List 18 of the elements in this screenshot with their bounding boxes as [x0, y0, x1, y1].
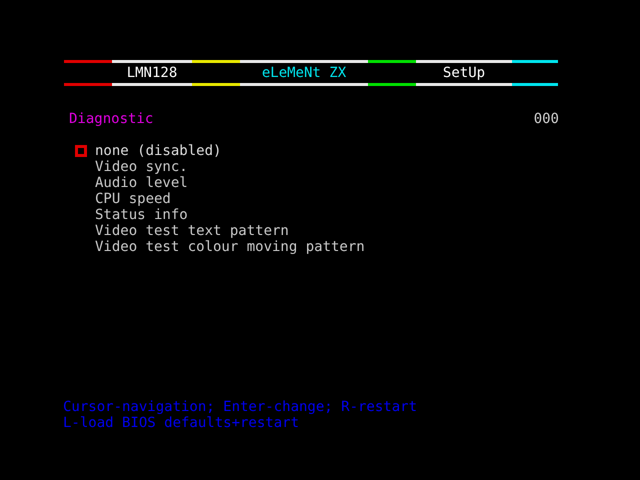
help-text: L-load BIOS defaults+restart	[63, 415, 300, 431]
menu-option[interactable]: Video test text pattern	[95, 223, 289, 239]
menu-option[interactable]: Video sync.	[95, 159, 188, 175]
menu-option[interactable]: none (disabled)	[95, 143, 222, 159]
section-title: Diagnostic	[69, 111, 154, 127]
menu-option[interactable]: Audio level	[95, 175, 188, 191]
stripe-segment	[512, 60, 558, 86]
header-label: SetUp	[442, 65, 486, 81]
help-text: Cursor-navigation; Enter-change; R-restart	[63, 399, 418, 415]
menu-option[interactable]: Video test colour moving pattern	[95, 239, 365, 255]
header-label: LMN128	[126, 65, 178, 81]
stripe-segment	[64, 60, 112, 86]
menu-option[interactable]: Status info	[95, 207, 188, 223]
header-title: eLeMeNt ZX	[262, 65, 346, 81]
stripe-segment	[368, 60, 416, 86]
menu-option[interactable]: CPU speed	[95, 191, 171, 207]
section-value: 000	[534, 111, 559, 127]
stripe-segment	[192, 60, 240, 86]
